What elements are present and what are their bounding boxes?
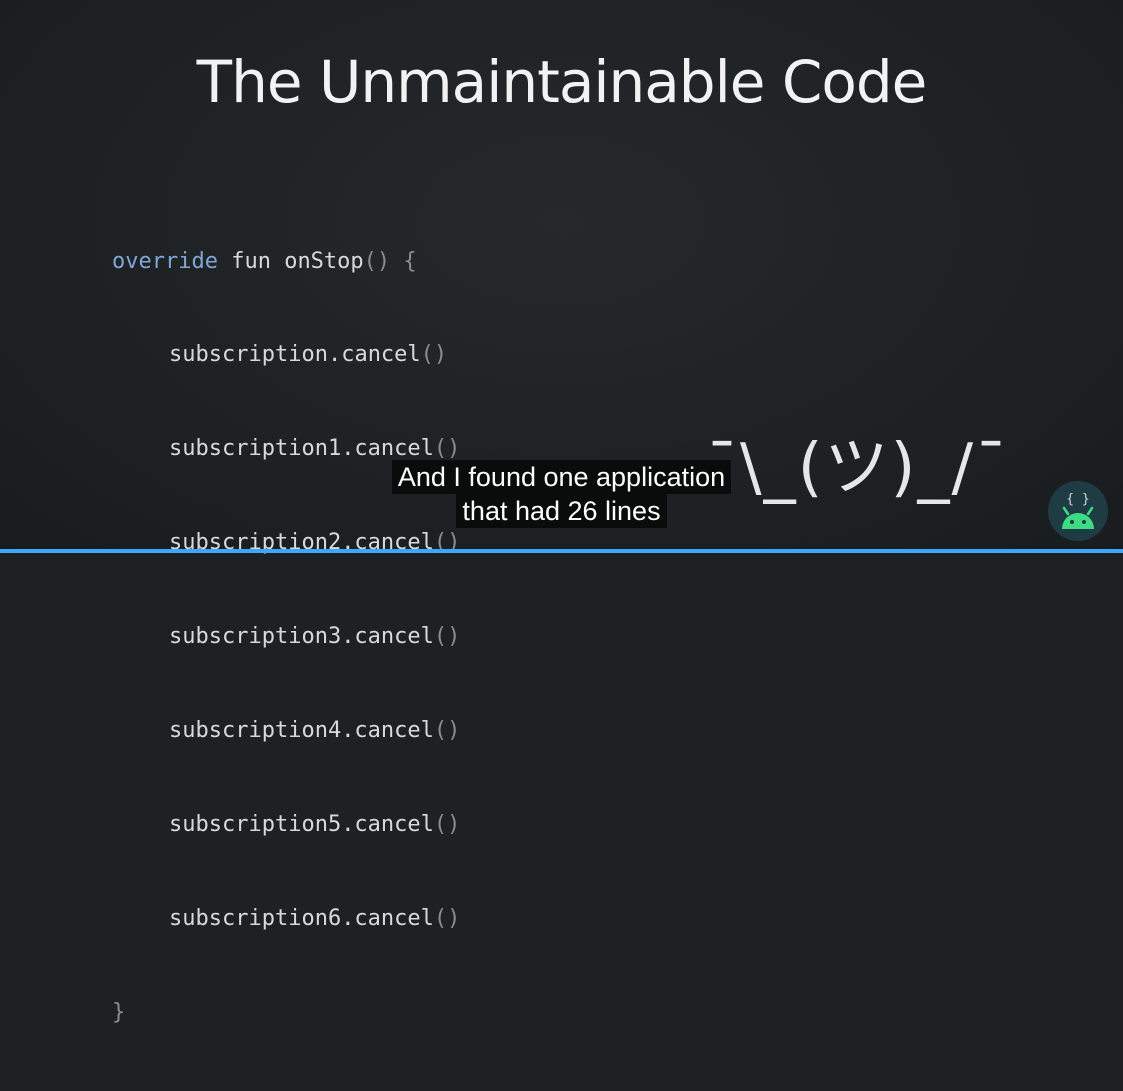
code-parens: () <box>433 811 461 837</box>
code-line-call: subscription4.cancel() <box>112 715 460 746</box>
video-progress-fill <box>0 549 1123 553</box>
code-line-signature: override fun onStop() { <box>112 246 460 277</box>
code-identifier: subscription3 <box>169 624 342 650</box>
code-function-name: fun onStop <box>217 248 364 274</box>
code-method: .cancel <box>327 342 421 368</box>
code-open-brace: { <box>390 248 417 274</box>
android-code-logo-icon[interactable]: { } <box>1048 481 1108 541</box>
code-close-brace: } <box>112 999 126 1025</box>
code-identifier: subscription6 <box>169 905 342 931</box>
code-parens: () <box>420 342 448 368</box>
code-identifier: subscription <box>169 342 328 368</box>
code-line-call: subscription2.cancel() <box>112 527 460 558</box>
code-parens: () <box>363 248 391 274</box>
code-method: .cancel <box>341 624 434 650</box>
code-parens: () <box>433 624 461 650</box>
caption-line-2: that had 26 lines <box>456 494 667 528</box>
code-line-call: subscription.cancel() <box>112 339 460 370</box>
subtitle-captions: And I found one application that had 26 … <box>0 460 1123 528</box>
code-identifier: subscription5 <box>169 811 342 837</box>
code-line-call: subscription5.cancel() <box>112 809 460 840</box>
code-line-call: subscription3.cancel() <box>112 621 460 652</box>
logo-braces: { } <box>1066 492 1089 507</box>
code-method: .cancel <box>341 718 434 744</box>
code-block: override fun onStop() { subscription.can… <box>112 183 460 1091</box>
code-parens: () <box>433 718 461 744</box>
code-parens: () <box>433 436 461 462</box>
code-method: .cancel <box>341 811 434 837</box>
caption-line-1: And I found one application <box>391 460 732 494</box>
code-keyword: override <box>112 248 218 274</box>
code-identifier: subscription4 <box>169 718 342 744</box>
code-method: .cancel <box>341 436 434 462</box>
code-line-call: subscription6.cancel() <box>112 903 460 934</box>
video-frame[interactable]: The Unmaintainable Code override fun onS… <box>0 0 1123 1025</box>
code-method: .cancel <box>341 905 434 931</box>
code-parens: () <box>433 905 461 931</box>
video-progress-bar[interactable] <box>0 549 1123 553</box>
slide-title: The Unmaintainable Code <box>196 48 928 116</box>
code-identifier: subscription1 <box>169 436 342 462</box>
